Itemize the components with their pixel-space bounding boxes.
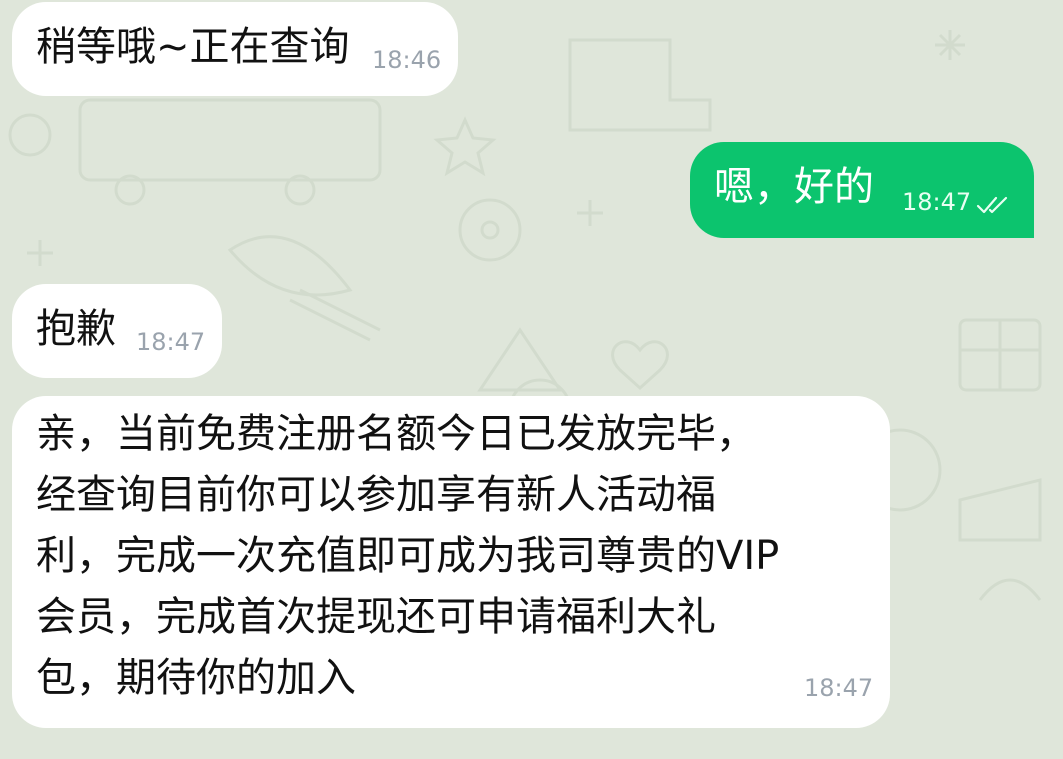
message-timestamp: 18:47 [902,188,972,216]
message-line: 经查询目前你可以参加享有新人活动福 [36,472,716,518]
message-line: 会员，完成首次提现还可申请福利大礼 [36,594,716,640]
message-bubble-incoming[interactable]: 稍等哦~正在查询 18:46 [12,2,458,96]
message-text: 亲，当前免费注册名额今日已发放完毕， 经查询目前你可以参加享有新人活动福 利，完… [36,404,779,709]
message-line: 亲，当前免费注册名额今日已发放完毕， [36,411,756,457]
message-text: 嗯，好的 [714,164,874,210]
message-text: 稍等哦~正在查询 [36,24,350,70]
message-timestamp: 18:47 [136,328,206,356]
message-bubble-incoming[interactable]: 抱歉 18:47 [12,284,222,378]
message-line: 利，完成一次充值即可成为我司尊贵的VIP [36,533,780,579]
message-text: 抱歉 [36,306,116,352]
message-timestamp: 18:47 [804,674,874,702]
message-bubble-incoming[interactable]: 亲，当前免费注册名额今日已发放完毕， 经查询目前你可以参加享有新人活动福 利，完… [12,396,890,728]
message-line: 包，期待你的加入 [36,655,356,701]
double-check-icon [976,196,1008,214]
message-bubble-outgoing[interactable]: 嗯，好的 18:47 [690,142,1034,238]
message-timestamp: 18:46 [372,46,442,74]
chat-background: 稍等哦~正在查询 18:46 嗯，好的 18:47 抱歉 18:47 亲，当前免… [0,0,1063,759]
